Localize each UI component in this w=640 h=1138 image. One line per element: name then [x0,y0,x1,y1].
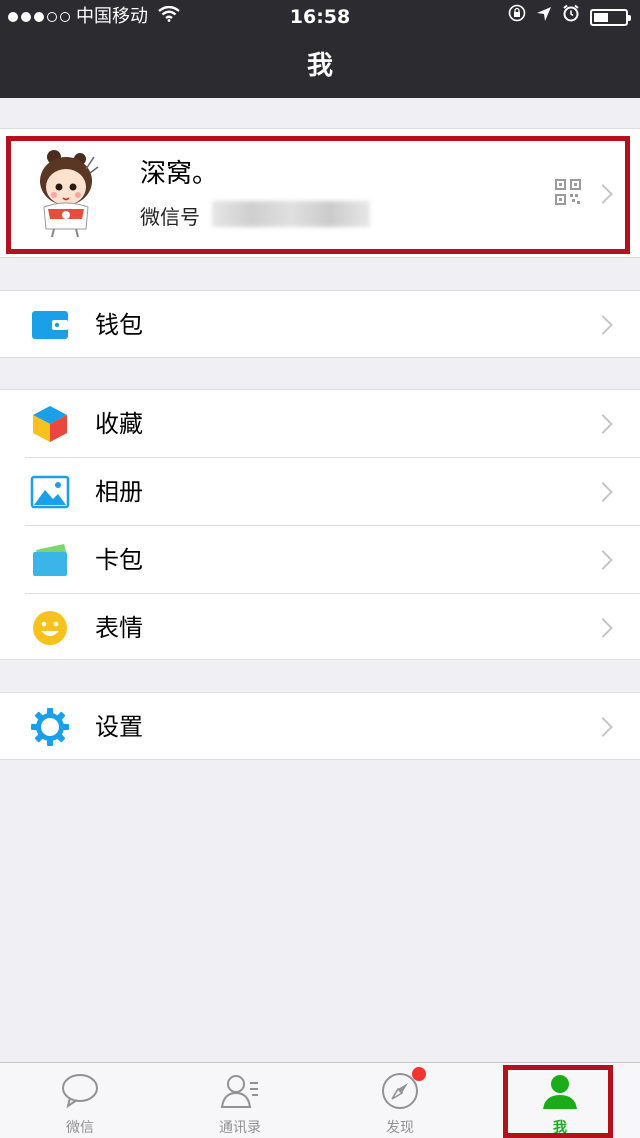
page-title: 我 [306,51,333,81]
tab-label-chats: 微信 [66,1120,94,1136]
menu-item-album[interactable]: 相册 [0,458,640,526]
chevron-right-icon [593,482,613,502]
menu-label-favorites: 收藏 [95,410,143,438]
person-icon [543,1075,577,1109]
menu-item-favorites[interactable]: 收藏 [0,390,640,458]
tab-label-discover: 发现 [386,1120,414,1136]
menu-item-wallet[interactable]: 钱包 [0,291,640,359]
alarm-icon [562,0,580,34]
orientation-lock-icon [508,0,526,34]
status-bar-right [508,0,631,34]
menu-label-cards: 卡包 [95,546,143,574]
album-icon [30,472,70,512]
settings-group: 设置 [0,692,640,760]
top-bar: 中国移动 16:58 我 [0,0,640,98]
battery-icon [590,8,631,26]
chat-bubble-icon [62,1074,98,1109]
chevron-right-icon [593,315,613,335]
tab-chats[interactable]: 微信 [0,1063,160,1138]
tab-me[interactable]: 我 [480,1063,640,1138]
wallet-icon [30,305,70,345]
wallet-group: 钱包 [0,290,640,358]
menu-label-settings: 设置 [95,713,143,741]
tab-bar: 微信 通讯录 发现 我 [0,1062,640,1138]
menu-label-stickers: 表情 [95,614,143,642]
chevron-right-icon [593,550,613,570]
wechat-id-label: 微信号 [140,205,200,229]
contacts-icon [220,1075,258,1108]
chevron-right-icon [593,618,613,638]
menu-label-album: 相册 [95,478,143,506]
chevron-right-icon [593,717,613,737]
menu-item-stickers[interactable]: 表情 [0,594,640,662]
profile-card[interactable]: 深窝。 微信号 [0,128,640,258]
tab-contacts[interactable]: 通讯录 [160,1063,320,1138]
status-bar: 中国移动 16:58 [0,0,640,34]
avatar[interactable] [30,149,100,239]
menu-item-cards[interactable]: 卡包 [0,526,640,594]
notification-badge [412,1067,426,1081]
gear-icon [30,707,70,747]
chevron-right-icon [593,414,613,434]
location-arrow-icon [536,0,552,34]
card-wallet-icon [30,540,70,580]
menu-label-wallet: 钱包 [95,311,143,339]
wechat-id-redacted [212,201,370,227]
chevron-right-icon [593,184,613,204]
tab-label-contacts: 通讯录 [219,1120,261,1136]
favorites-cube-icon [30,404,70,444]
collections-group: 收藏 相册 卡包 表情 [0,389,640,660]
qr-code-icon[interactable] [555,179,581,209]
tab-discover[interactable]: 发现 [320,1063,480,1138]
tab-label-me: 我 [553,1120,567,1136]
menu-item-settings[interactable]: 设置 [0,693,640,761]
profile-name: 深窝。 [140,159,219,189]
smiley-icon [30,608,70,648]
